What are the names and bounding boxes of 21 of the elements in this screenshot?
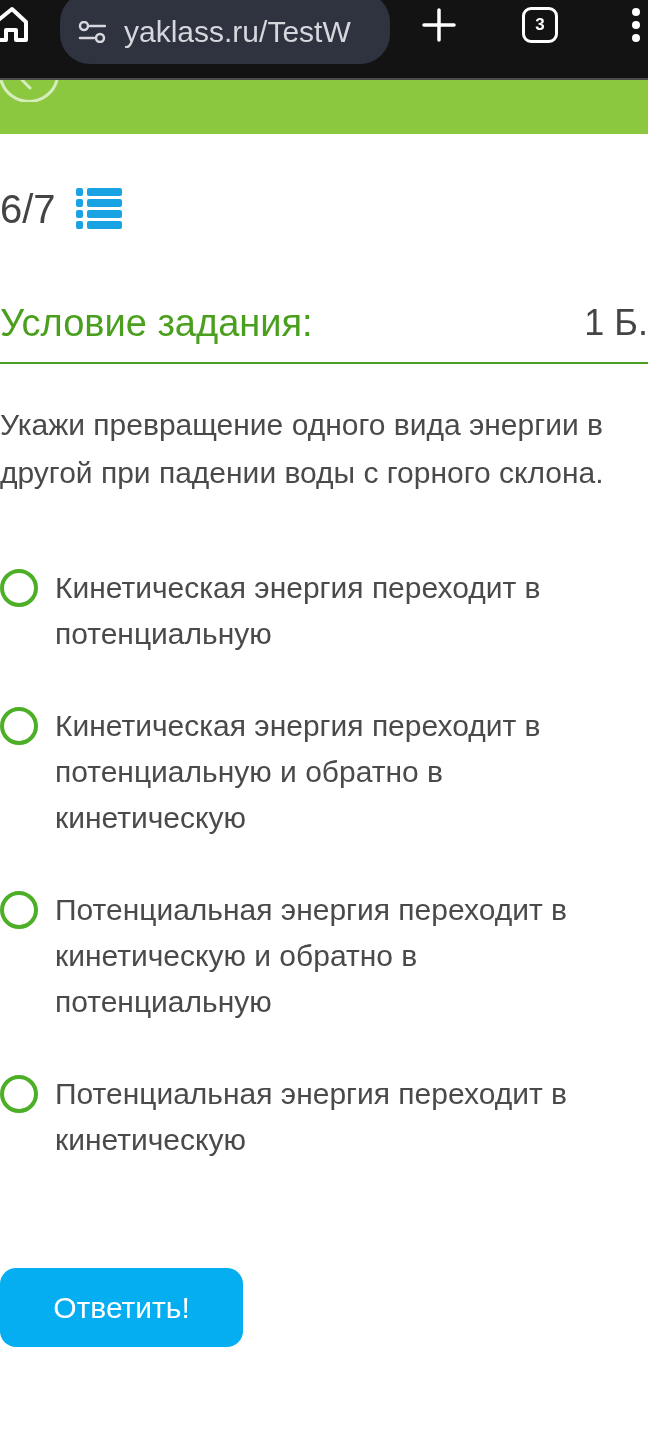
more-menu-icon[interactable]: [630, 8, 642, 42]
answer-option-text[interactable]: Кинетическая энергия переходит в потенциальную: [55, 565, 615, 657]
url-text: yaklass.ru/TestW: [124, 14, 351, 50]
tab-count-button[interactable]: 3: [522, 7, 558, 43]
radio-button[interactable]: [0, 569, 38, 607]
points-label: 1 Б.: [584, 301, 648, 345]
answer-option-text[interactable]: Кинетическая энергия переходит в потенциальную и обратно в кинетическую: [55, 703, 615, 841]
home-icon[interactable]: [0, 6, 28, 42]
task-heading: Условие задания:: [0, 301, 313, 346]
tune-icon[interactable]: [78, 21, 106, 43]
radio-button[interactable]: [0, 707, 38, 745]
address-bar[interactable]: yaklass.ru/TestW: [60, 0, 390, 64]
answer-option-text[interactable]: Потенциальная энергия переходит в кинетическую и обратно в потенциальную: [55, 887, 615, 1025]
question-text: Укажи превращение одного вида энергии в другой при падении воды с горного склона.: [0, 407, 605, 491]
list-icon[interactable]: [75, 188, 122, 230]
radio-button[interactable]: [0, 1075, 38, 1113]
radio-button[interactable]: [0, 891, 38, 929]
answer-option-text[interactable]: Потенциальная энергия переходит в кинетическую: [55, 1071, 615, 1163]
circle-icon[interactable]: [0, 80, 60, 102]
question-counter: 6/7: [0, 186, 56, 232]
plus-icon[interactable]: [422, 8, 456, 42]
